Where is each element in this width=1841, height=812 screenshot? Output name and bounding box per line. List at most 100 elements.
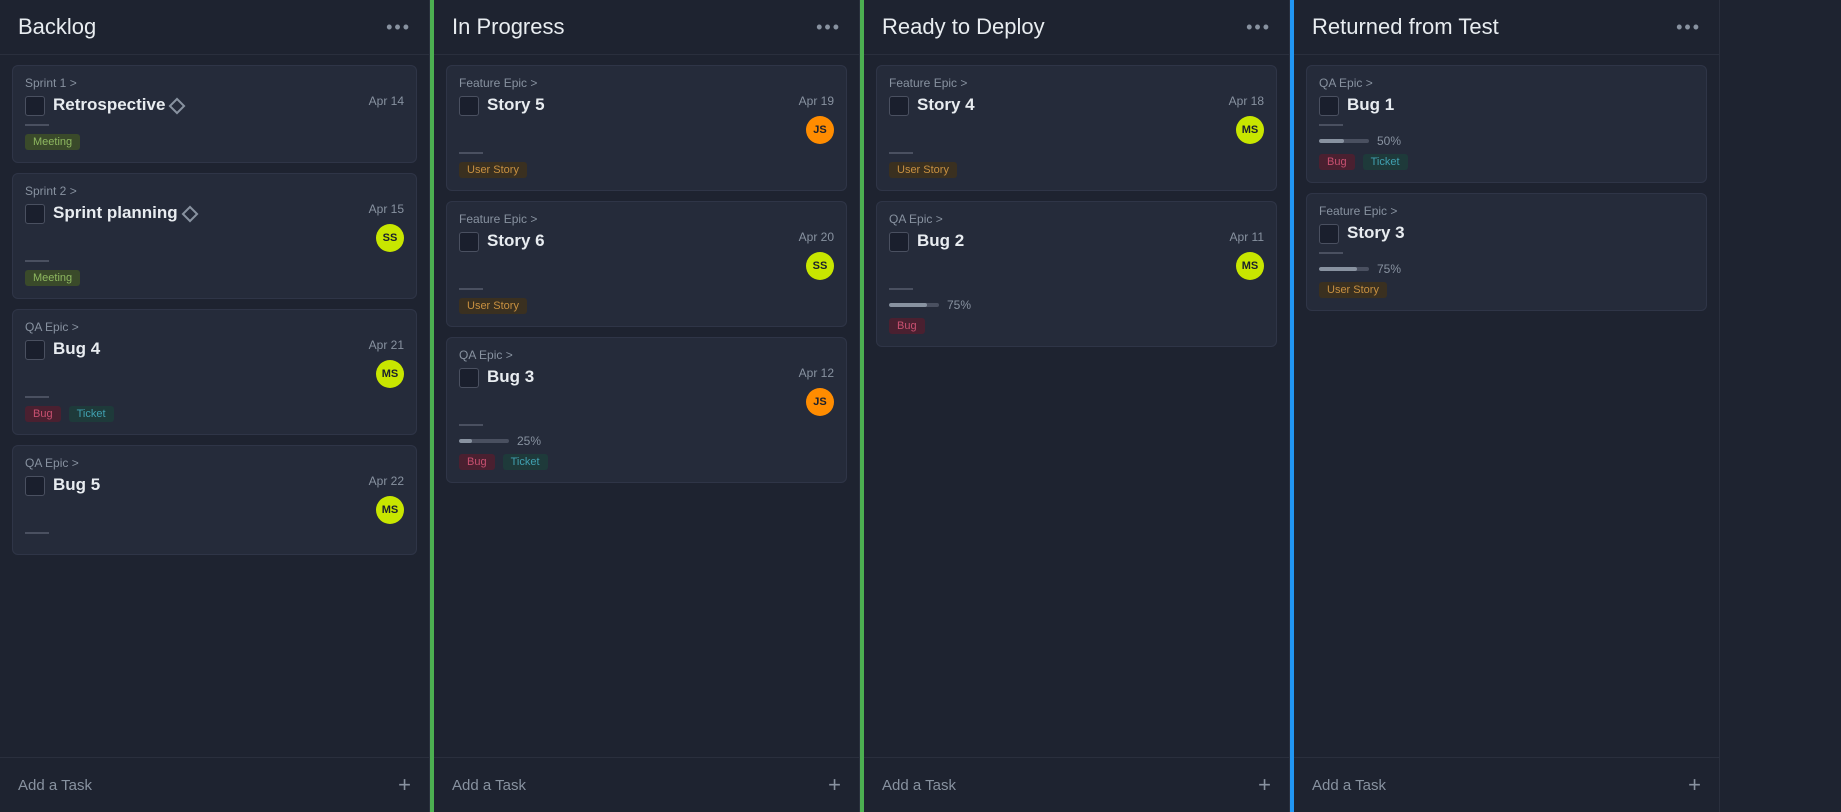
card-epic-bug2[interactable]: QA Epic > [889,212,1264,226]
card-checkbox-bug4[interactable] [25,340,45,360]
column-menu-in-progress[interactable]: ••• [816,17,841,38]
card-epic-story3[interactable]: Feature Epic > [1319,204,1694,218]
card-checkbox-bug5[interactable] [25,476,45,496]
card-bug3[interactable]: QA Epic >Bug 3Apr 12JS25%BugTicket [446,337,847,483]
card-epic-sprint-planning[interactable]: Sprint 2 > [25,184,404,198]
card-tags-bug2: Bug [889,318,1264,334]
card-avatar-sprint-planning: SS [376,224,404,252]
card-epic-retrospective[interactable]: Sprint 1 > [25,76,404,90]
card-checkbox-story5[interactable] [459,96,479,116]
card-top-bug4: Bug 4Apr 21MS [25,338,404,388]
add-task-label: Add a Task [452,777,526,794]
add-task-returned-from-test[interactable]: Add a Task+ [1294,757,1719,812]
tag-bug-bug3: Bug [459,454,495,470]
column-title-in-progress: In Progress [452,14,565,40]
add-task-backlog[interactable]: Add a Task+ [0,757,429,812]
column-header-returned-from-test: Returned from Test••• [1294,0,1719,55]
card-divider-sprint-planning [25,260,49,262]
card-checkbox-bug2[interactable] [889,232,909,252]
add-task-label: Add a Task [882,777,956,794]
add-task-ready-to-deploy[interactable]: Add a Task + [864,757,1289,812]
card-left-bug4: Bug 4 [25,338,361,360]
card-top-sprint-planning: Sprint planningApr 15SS [25,202,404,252]
tag-meeting-retrospective: Meeting [25,134,80,150]
card-checkbox-story4[interactable] [889,96,909,116]
card-bug5[interactable]: QA Epic > Bug 5Apr 22MS [12,445,417,555]
card-bug1[interactable]: QA Epic >Bug 150%BugTicket [1306,65,1707,183]
card-right-retrospective: Apr 14 [369,94,404,108]
progress-bar-fill [459,439,472,443]
card-avatar-bug2: MS [1236,252,1264,280]
column-ready-to-deploy: Ready to Deploy•••Feature Epic >Story 4A… [860,0,1290,812]
column-returned-from-test: Returned from Test•••QA Epic >Bug 150%Bu… [1290,0,1720,812]
tag-meeting-sprint-planning: Meeting [25,270,80,286]
card-right-story6: Apr 20SS [799,230,834,280]
card-bug4[interactable]: QA Epic >Bug 4Apr 21MSBugTicket [12,309,417,435]
card-left-bug5: Bug 5 [25,474,361,496]
card-avatar-story4: MS [1236,116,1264,144]
progress-bar-bg [1319,139,1369,143]
card-top-bug2: Bug 2Apr 11MS [889,230,1264,280]
card-sprint-planning[interactable]: Sprint 2 > Sprint planningApr 15SS Meeting [12,173,417,299]
card-title-story3: Story 3 [1347,222,1405,244]
add-task-plus-icon[interactable]: + [1688,772,1701,798]
progress-text: 75% [1377,262,1401,276]
card-checkbox-story6[interactable] [459,232,479,252]
card-top-story3: Story 3 [1319,222,1694,244]
card-top-story6: Story 6 Apr 20SS [459,230,834,280]
card-tags-retrospective: Meeting [25,134,404,150]
card-avatar-story5: JS [806,116,834,144]
card-epic-bug5[interactable]: QA Epic > [25,456,404,470]
tag-ticket-bug3: Ticket [503,454,548,470]
card-divider-bug5 [25,532,49,534]
card-avatar-bug3: JS [806,388,834,416]
card-epic-bug3[interactable]: QA Epic > [459,348,834,362]
add-task-plus-icon[interactable]: + [398,772,411,798]
card-top-retrospective: RetrospectiveApr 14 [25,94,404,116]
tag-userstory-story6: User Story [459,298,527,314]
card-divider-retrospective [25,124,49,126]
card-tags-sprint-planning: Meeting [25,270,404,286]
card-progress-bug3: 25% [459,434,834,448]
add-task-in-progress[interactable]: Add a Task + [434,757,859,812]
card-epic-story6[interactable]: Feature Epic > [459,212,834,226]
column-menu-backlog[interactable]: ••• [386,17,411,38]
card-story3[interactable]: Feature Epic >Story 375%User Story [1306,193,1707,311]
card-story6[interactable]: Feature Epic > Story 6 Apr 20SS User Story [446,201,847,327]
progress-bar-bg [1319,267,1369,271]
column-menu-returned-from-test[interactable]: ••• [1676,17,1701,38]
column-title-backlog: Backlog [18,14,96,40]
card-date-story6: Apr 20 [799,230,834,244]
progress-bar-bg [459,439,509,443]
card-right-story5: Apr 19JS [799,94,834,144]
card-checkbox-retrospective[interactable] [25,96,45,116]
card-checkbox-bug3[interactable] [459,368,479,388]
card-checkbox-sprint-planning[interactable] [25,204,45,224]
card-checkbox-bug1[interactable] [1319,96,1339,116]
card-story4[interactable]: Feature Epic >Story 4Apr 18MSUser Story [876,65,1277,191]
card-progress-bug1: 50% [1319,134,1694,148]
card-story5[interactable]: Feature Epic >Story 5Apr 19JSUser Story [446,65,847,191]
add-task-plus-icon[interactable]: + [1258,772,1271,798]
card-date-bug4: Apr 21 [369,338,404,352]
card-top-bug1: Bug 1 [1319,94,1694,116]
kanban-board: Backlog ••• Sprint 1 > RetrospectiveApr 14 M… [0,0,1841,812]
card-epic-story5[interactable]: Feature Epic > [459,76,834,90]
card-divider-bug3 [459,424,483,426]
card-epic-bug1[interactable]: QA Epic > [1319,76,1694,90]
column-menu-ready-to-deploy[interactable]: ••• [1246,17,1271,38]
card-top-story4: Story 4Apr 18MS [889,94,1264,144]
card-checkbox-story3[interactable] [1319,224,1339,244]
card-bug2[interactable]: QA Epic > Bug 2Apr 11MS 75% Bug [876,201,1277,347]
card-retrospective[interactable]: Sprint 1 > RetrospectiveApr 14 Meeting [12,65,417,163]
card-divider-story5 [459,152,483,154]
card-top-bug5: Bug 5Apr 22MS [25,474,404,524]
card-epic-story4[interactable]: Feature Epic > [889,76,1264,90]
card-divider-bug2 [889,288,913,290]
card-right-sprint-planning: Apr 15SS [369,202,404,252]
card-epic-bug4[interactable]: QA Epic > [25,320,404,334]
progress-text: 75% [947,298,971,312]
add-task-plus-icon[interactable]: + [828,772,841,798]
card-left-story6: Story 6 [459,230,791,252]
tag-ticket-bug1: Ticket [1363,154,1408,170]
